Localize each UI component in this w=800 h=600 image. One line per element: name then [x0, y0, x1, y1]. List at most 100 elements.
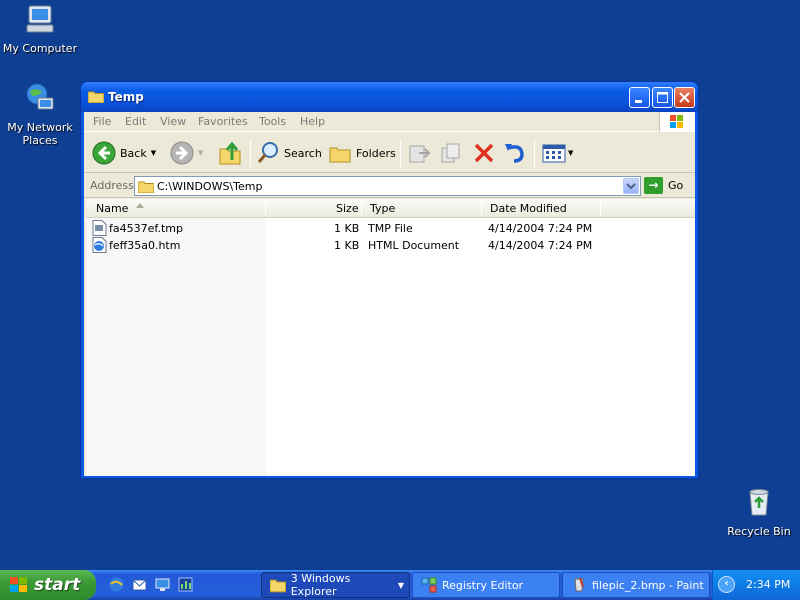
undo-icon — [505, 144, 524, 163]
outlook-express-icon[interactable] — [131, 576, 148, 593]
taskbar-button-registry-editor[interactable]: Registry Editor — [412, 572, 560, 598]
menu-help[interactable]: Help — [300, 115, 325, 128]
move-to-icon — [409, 145, 431, 163]
search-label: Search — [284, 146, 322, 160]
move-to-button[interactable] — [407, 137, 433, 169]
file-type: TMP File — [368, 222, 413, 235]
registry-editor-icon — [421, 577, 437, 593]
toolbar-separator — [400, 139, 401, 167]
undo-button[interactable] — [502, 137, 528, 169]
title-bar[interactable]: Temp — [81, 82, 698, 112]
column-header-size[interactable]: Size — [336, 202, 359, 215]
desktop-icon-label: My Network Places — [7, 121, 73, 147]
delete-icon — [474, 143, 494, 163]
search-icon — [257, 142, 278, 163]
address-dropdown-button[interactable] — [623, 178, 639, 194]
standard-toolbar: Back ▼ ▼ Search Folders ▼ — [84, 133, 695, 173]
menu-view[interactable]: View — [160, 115, 186, 128]
desktop-icon-network-places[interactable]: My Network Places — [0, 82, 80, 147]
html-document-icon — [92, 237, 107, 253]
internet-explorer-icon[interactable] — [108, 576, 125, 593]
address-value[interactable]: C:\WINDOWS\Temp — [157, 180, 262, 193]
windows-logo — [659, 112, 695, 132]
show-desktop-icon[interactable] — [154, 576, 171, 593]
address-bar: Address C:\WINDOWS\Temp → Go — [84, 174, 695, 198]
menu-tools[interactable]: Tools — [259, 115, 286, 128]
desktop-icon-recycle-bin[interactable]: Recycle Bin — [719, 486, 799, 538]
views-icon — [542, 144, 566, 163]
minimize-icon — [635, 100, 642, 103]
task-label: filepic_2.bmp - Paint — [592, 578, 704, 592]
media-player-icon[interactable] — [177, 576, 194, 593]
close-button[interactable] — [674, 87, 695, 108]
copy-to-button[interactable] — [439, 137, 465, 169]
up-folder-button[interactable] — [218, 137, 244, 169]
views-button[interactable]: ▼ — [541, 137, 573, 169]
back-button[interactable]: Back ▼ — [92, 137, 156, 169]
window-title: Temp — [108, 90, 144, 104]
start-label: start — [34, 575, 81, 595]
paint-icon — [574, 577, 584, 592]
back-label: Back — [120, 146, 147, 160]
column-divider[interactable] — [481, 201, 482, 216]
start-button[interactable]: start — [0, 570, 96, 600]
chevron-left-icon[interactable]: ‹ — [718, 576, 735, 593]
up-folder-icon — [219, 141, 241, 165]
windows-flag-icon — [670, 115, 683, 128]
column-divider[interactable] — [600, 201, 601, 216]
maximize-icon — [657, 92, 668, 103]
search-button[interactable]: Search — [256, 137, 322, 169]
column-header-name[interactable]: Name — [96, 202, 128, 215]
menu-edit[interactable]: Edit — [125, 115, 146, 128]
windows-flag-icon — [10, 577, 27, 592]
task-label: Registry Editor — [442, 578, 524, 592]
file-type: HTML Document — [368, 239, 460, 252]
menu-bar: File Edit View Favorites Tools Help — [84, 112, 695, 132]
desktop-icon-my-computer[interactable]: My Computer — [0, 3, 80, 55]
toolbar-separator — [250, 139, 251, 167]
file-row[interactable]: fa4537ef.tmp 1 KB TMP File 4/14/2004 7:2… — [86, 220, 695, 237]
forward-arrow-icon — [170, 141, 194, 165]
forward-button[interactable]: ▼ — [170, 137, 203, 169]
folders-label: Folders — [356, 146, 396, 160]
column-header-date-modified[interactable]: Date Modified — [490, 202, 567, 215]
column-divider[interactable] — [361, 201, 362, 216]
toolbar-separator — [534, 139, 535, 167]
go-button[interactable]: → Go — [644, 177, 683, 194]
chevron-down-icon: ▼ — [397, 580, 404, 590]
minimize-button[interactable] — [629, 87, 650, 108]
go-label: Go — [668, 179, 684, 192]
chevron-down-icon[interactable]: ▼ — [198, 149, 203, 157]
taskbar: start 3 Windows Explorer ▼ Registry Edit… — [0, 570, 800, 600]
explorer-window: Temp File Edit View Favorites Tools Help — [80, 81, 699, 479]
system-tray: ‹ 2:34 PM — [712, 570, 800, 600]
clock[interactable]: 2:34 PM — [746, 578, 790, 591]
folders-button[interactable]: Folders — [328, 137, 396, 169]
column-header-type[interactable]: Type — [370, 202, 395, 215]
file-modified: 4/14/2004 7:24 PM — [488, 222, 593, 235]
column-divider[interactable] — [265, 201, 266, 216]
file-name: fa4537ef.tmp — [109, 222, 183, 235]
folder-icon — [138, 181, 154, 193]
menu-favorites[interactable]: Favorites — [198, 115, 248, 128]
taskbar-button-paint[interactable]: filepic_2.bmp - Paint — [562, 572, 710, 598]
go-arrow-icon: → — [644, 177, 663, 194]
chevron-down-icon[interactable]: ▼ — [568, 149, 573, 157]
chevron-down-icon — [626, 183, 636, 190]
folder-icon — [270, 579, 286, 593]
folder-icon — [88, 91, 104, 103]
taskbar-button-windows-explorer[interactable]: 3 Windows Explorer ▼ — [261, 572, 410, 598]
file-list[interactable]: Name Size Type Date Modified fa4537ef.tm… — [86, 199, 695, 476]
folders-icon — [329, 147, 351, 163]
delete-button[interactable] — [471, 137, 497, 169]
recycle-bin-icon — [749, 489, 769, 516]
maximize-button[interactable] — [652, 87, 673, 108]
window-client-area: File Edit View Favorites Tools Help Back… — [84, 112, 695, 476]
menu-file[interactable]: File — [93, 115, 111, 128]
desktop-icon-label: My Computer — [2, 42, 78, 55]
chevron-down-icon[interactable]: ▼ — [151, 149, 156, 157]
address-field[interactable]: C:\WINDOWS\Temp — [134, 176, 641, 196]
address-label: Address — [90, 179, 134, 192]
my-computer-icon — [26, 5, 54, 33]
file-row[interactable]: feff35a0.htm 1 KB HTML Document 4/14/200… — [86, 237, 695, 254]
